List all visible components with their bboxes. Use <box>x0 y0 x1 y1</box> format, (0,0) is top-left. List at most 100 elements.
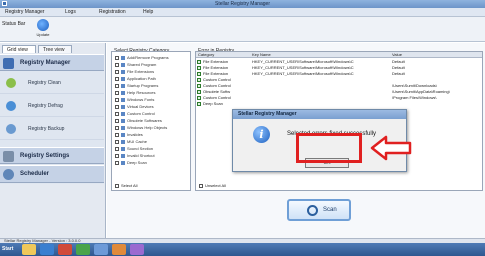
chrome-icon[interactable] <box>76 244 90 255</box>
nav-registry-clean-label: Registry Clean <box>28 80 61 86</box>
category-item[interactable]: Custom Control <box>115 111 155 117</box>
taskbar: Start <box>0 243 485 256</box>
checkbox[interactable] <box>115 160 119 165</box>
category-item[interactable]: Sound Section <box>115 146 153 152</box>
category-item[interactable]: File Extensions <box>115 69 154 75</box>
category-icon <box>121 97 125 102</box>
checkbox[interactable] <box>115 69 119 74</box>
registry-defrag-icon <box>6 101 16 111</box>
nav-scheduler[interactable]: Scheduler <box>0 165 104 183</box>
dialog-title: Stellar Registry Manager <box>238 111 297 117</box>
category-label: Windows Fonts <box>127 97 155 102</box>
checkbox[interactable] <box>115 153 119 158</box>
category-item[interactable]: Windows Help Objects <box>115 125 167 131</box>
nav-registry-settings[interactable]: Registry Settings <box>0 147 104 164</box>
checkbox[interactable] <box>115 125 119 130</box>
category-label: Custom Control <box>127 111 155 116</box>
navigation-pane: Grid view Tree view Registry Manager Reg… <box>0 43 106 238</box>
app-icon-2[interactable] <box>112 244 126 255</box>
category-icon <box>121 55 125 60</box>
category-list: Add/Remove Programs Shared Program File … <box>111 51 191 191</box>
checkbox[interactable] <box>115 111 119 116</box>
media-icon[interactable] <box>58 244 72 255</box>
registry-backup-icon <box>6 124 16 134</box>
category-icon <box>121 62 125 67</box>
category-icon <box>121 69 125 74</box>
category-label: Windows Help Objects <box>127 125 168 130</box>
category-icon <box>121 83 125 88</box>
checkbox[interactable] <box>115 83 119 88</box>
column-category[interactable]: Category <box>198 52 214 58</box>
category-item[interactable]: Windows Fonts <box>115 97 154 103</box>
checkbox[interactable] <box>197 84 201 88</box>
checkbox[interactable] <box>115 183 119 188</box>
tab-tree-view[interactable]: Tree view <box>38 45 72 53</box>
category-item[interactable]: Add/Remove Programs <box>115 55 169 61</box>
checkbox[interactable] <box>115 62 119 67</box>
checkbox[interactable] <box>197 66 201 70</box>
category-item[interactable]: Help Resources <box>115 90 155 96</box>
checkbox[interactable] <box>115 132 119 137</box>
category-item[interactable]: Invalid Shortcut <box>115 153 155 159</box>
checkbox[interactable] <box>197 78 201 82</box>
file-explorer-icon[interactable] <box>22 244 36 255</box>
column-key-name[interactable]: Key Name <box>252 52 271 58</box>
update-button[interactable]: Update <box>34 19 52 39</box>
scan-button[interactable]: Scan <box>287 199 351 221</box>
checkbox[interactable] <box>115 55 119 60</box>
nav-registry-manager-label: Registry Manager <box>20 60 71 66</box>
registry-app-icon[interactable] <box>94 244 108 255</box>
category-item[interactable]: Startup Programs <box>115 83 158 89</box>
select-all-checkbox[interactable]: Select All <box>115 183 137 189</box>
gear-icon <box>3 151 14 162</box>
nav-scheduler-label: Scheduler <box>20 171 50 177</box>
category-icon <box>121 76 125 81</box>
table-row[interactable]: Deep Scan <box>196 101 482 107</box>
start-button[interactable]: Start <box>0 244 13 255</box>
category-icon <box>121 111 125 116</box>
nav-registry-manager[interactable]: Registry Manager <box>0 54 104 71</box>
column-value[interactable]: Value <box>392 52 402 58</box>
highlight-box <box>296 133 362 163</box>
nav-registry-defrag[interactable]: Registry Defrag <box>0 95 104 117</box>
checkbox[interactable] <box>115 97 119 102</box>
checkbox[interactable] <box>197 102 201 106</box>
category-item[interactable]: Deep Scan <box>115 160 147 166</box>
browser-icon[interactable] <box>40 244 54 255</box>
category-item[interactable]: Shared Program <box>115 62 156 68</box>
update-label: Update <box>36 32 50 37</box>
checkbox[interactable] <box>115 118 119 123</box>
tab-grid-view[interactable]: Grid view <box>2 45 36 53</box>
category-item[interactable]: Invalides <box>115 132 143 138</box>
category-item[interactable]: Obsolete Softwares <box>115 118 162 124</box>
checkbox[interactable] <box>115 104 119 109</box>
checkbox[interactable] <box>199 183 203 188</box>
checkbox[interactable] <box>197 90 201 94</box>
checkbox[interactable] <box>115 139 119 144</box>
category-label: Add/Remove Programs <box>127 55 169 60</box>
menu-registration[interactable]: Registration <box>96 9 129 16</box>
unselect-all-checkbox[interactable]: Unselect All <box>199 183 226 189</box>
checkbox[interactable] <box>197 72 201 76</box>
category-label: Deep Scan <box>127 160 147 165</box>
category-item[interactable]: MUI Cache <box>115 139 147 145</box>
status-bar-toggle[interactable]: Status Bar <box>2 21 28 27</box>
nav-registry-backup[interactable]: Registry Backup <box>0 118 104 140</box>
scan-label: Scan <box>323 207 337 213</box>
category-label: Obsolete Softwares <box>127 118 162 123</box>
menu-logs[interactable]: Logs <box>62 9 79 16</box>
checkbox[interactable] <box>115 90 119 95</box>
checkbox[interactable] <box>115 76 119 81</box>
app-icon-3[interactable] <box>130 244 144 255</box>
toolbar: Status Bar Update <box>0 17 485 42</box>
category-item[interactable]: Virtual Devices <box>115 104 154 110</box>
nav-registry-clean[interactable]: Registry Clean <box>0 72 104 94</box>
nav-registry-defrag-label: Registry Defrag <box>28 103 63 109</box>
menu-help[interactable]: Help <box>140 9 156 16</box>
checkbox[interactable] <box>197 60 201 64</box>
menu-registry-manager[interactable]: Registry Manager <box>2 9 47 16</box>
category-item[interactable]: Application Path <box>115 76 156 82</box>
checkbox[interactable] <box>115 146 119 151</box>
category-icon <box>121 125 125 130</box>
checkbox[interactable] <box>197 96 201 100</box>
